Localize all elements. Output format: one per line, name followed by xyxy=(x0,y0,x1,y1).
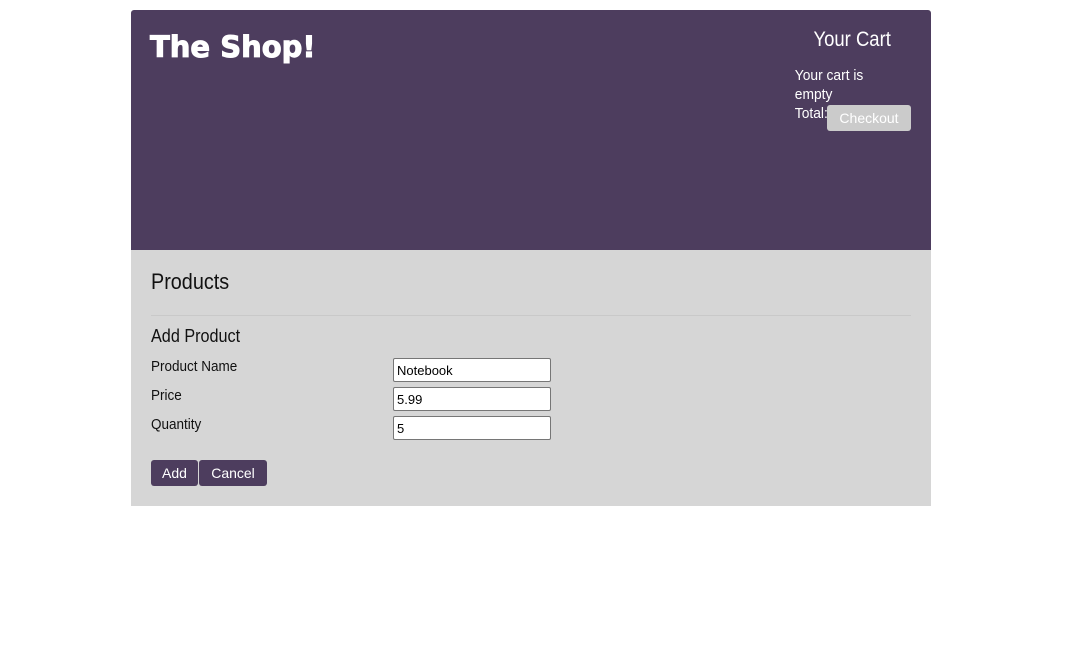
app: The Shop! Your Cart Your cart is empty T… xyxy=(131,10,931,506)
add-button[interactable]: Add xyxy=(151,460,198,486)
price-input[interactable] xyxy=(393,387,551,411)
add-product-title: Add Product xyxy=(151,326,241,346)
cancel-button[interactable]: Cancel xyxy=(199,460,267,486)
quantity-input[interactable] xyxy=(393,416,551,440)
products-title: Products xyxy=(151,269,230,294)
site-header: The Shop! Your Cart Your cart is empty T… xyxy=(131,10,931,250)
cart-title: Your Cart xyxy=(813,28,891,51)
product-name-input[interactable] xyxy=(393,358,551,382)
cart-status: Your cart is empty xyxy=(794,67,864,103)
product-name-label: Product Name xyxy=(151,358,238,375)
checkout-button[interactable]: Checkout xyxy=(827,105,911,131)
divider xyxy=(151,315,911,316)
price-label: Price xyxy=(151,387,182,404)
quantity-label: Quantity xyxy=(151,416,202,433)
shop-logo: The Shop! xyxy=(150,30,317,65)
products-section: Products Add Product Product Name Price … xyxy=(131,250,931,506)
